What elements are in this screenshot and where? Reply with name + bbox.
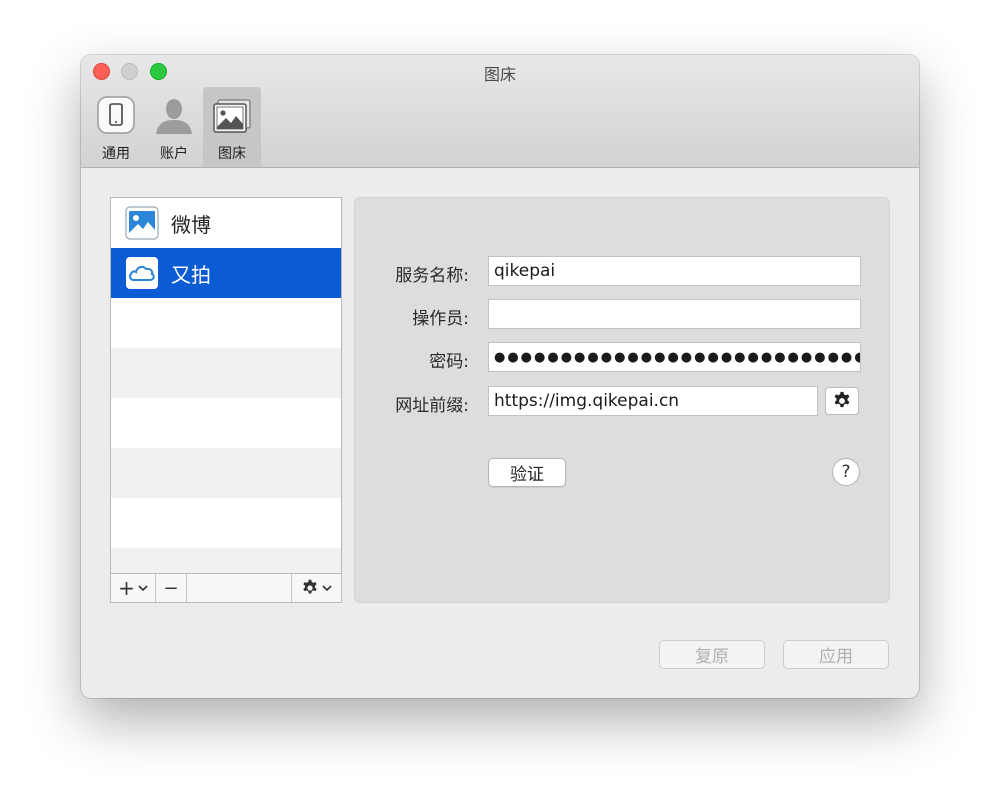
service-name-field[interactable]: qikepai [488,256,861,286]
list-item-upyun[interactable]: 又拍 [111,248,341,298]
list-item-empty [111,448,341,498]
preferences-window: 图床 通用 账户 图床 微博 又拍 + − 服务名称: qikepai 操作员:… [81,55,919,698]
chevron-down-icon [138,585,148,592]
password-field[interactable]: ●●●●●●●●●●●●●●●●●●●●●●●●●●●●●● [488,342,861,372]
user-icon [156,99,192,134]
list-item-empty [111,398,341,448]
toolbar-label: 通用 [102,146,130,162]
url-prefix-field[interactable]: https://img.qikepai.cn [488,386,818,416]
toolbar-label: 图床 [218,146,246,162]
add-label: + [118,576,135,600]
add-service-button[interactable]: + [111,574,156,602]
title-bar: 图床 通用 账户 图床 [81,55,919,168]
revert-button[interactable]: 复原 [659,640,765,669]
apply-button[interactable]: 应用 [783,640,889,669]
verify-button[interactable]: 验证 [488,458,566,487]
image-icon [125,206,159,240]
chevron-down-icon [322,585,332,592]
gear-icon [834,391,850,408]
toolbar-item-image-host[interactable]: 图床 [203,87,261,167]
remove-label: − [163,577,179,599]
toolbar-item-account[interactable]: 账户 [145,87,203,167]
cloud-icon [126,257,158,289]
list-item-label: 又拍 [171,262,211,287]
phone-icon [97,96,135,134]
gear-icon [303,579,317,594]
service-actions-button[interactable] [291,574,341,602]
list-toolbar: + − [111,573,341,602]
toolbar-item-general[interactable]: 通用 [87,87,145,167]
service-list: 微博 又拍 + − [110,197,342,603]
list-item-empty [111,298,341,348]
help-button[interactable]: ? [832,458,860,486]
operator-field[interactable] [488,299,861,329]
window-title: 图床 [483,65,516,84]
list-item-weibo[interactable]: 微博 [111,198,341,248]
toolbar-label: 账户 [160,146,188,162]
url-prefix-label: 网址前缀: [395,396,469,416]
service-name-label: 服务名称: [395,266,469,286]
operator-label: 操作员: [412,309,469,329]
list-item-empty [111,548,341,574]
list-item-empty [111,498,341,548]
password-label: 密码: [429,352,469,372]
list-item-empty [111,348,341,398]
remove-service-button[interactable]: − [156,574,187,602]
url-prefix-settings-button[interactable] [825,387,859,415]
photos-icon [213,99,251,133]
list-item-label: 微博 [171,212,211,237]
service-settings-panel: 服务名称: qikepai 操作员: 密码: ●●●●●●●●●●●●●●●●●… [354,197,890,603]
